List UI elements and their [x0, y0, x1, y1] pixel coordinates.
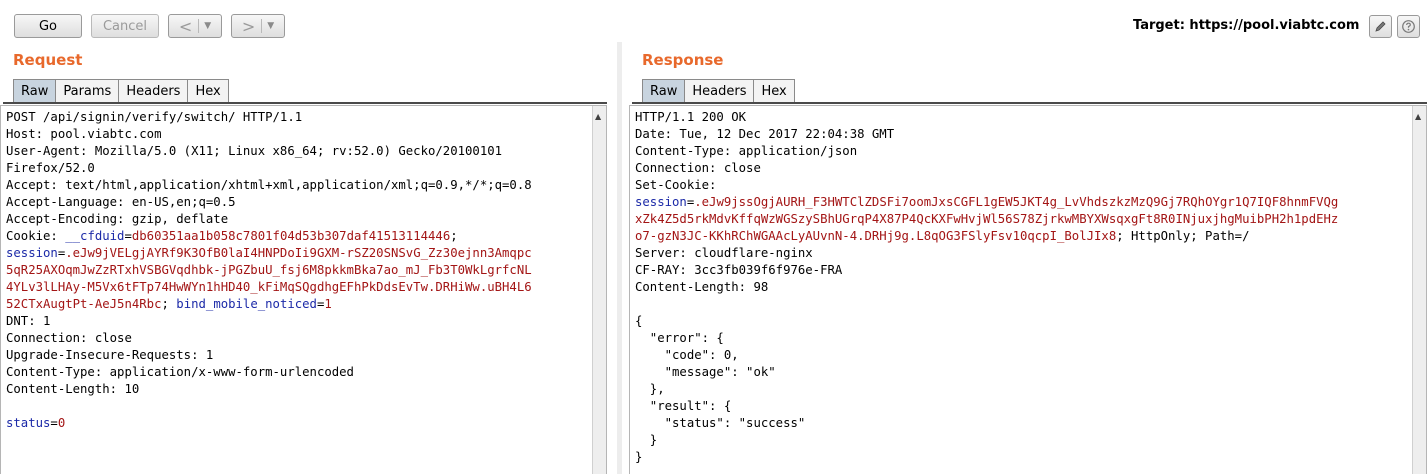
request-tabs: Raw Params Headers Hex	[13, 79, 229, 102]
cookie-value: .eJw9jssOgjAURH_F3HWTClZDSFi7oomJxsCGFL1…	[694, 195, 1339, 209]
dropdown-caret-icon: ▼	[267, 21, 275, 31]
response-tabs: Raw Headers Hex	[642, 79, 795, 102]
cancel-button[interactable]: Cancel	[91, 14, 159, 38]
cookie-key: session	[6, 246, 58, 260]
edit-target-button[interactable]	[1369, 15, 1392, 38]
response-text[interactable]: HTTP/1.1 200 OK Date: Tue, 12 Dec 2017 2…	[635, 109, 1338, 466]
pencil-icon	[1375, 21, 1386, 32]
question-icon	[1402, 20, 1415, 33]
cookie-value: 1	[324, 297, 332, 311]
cookie-key: bind_mobile_noticed	[176, 297, 317, 311]
response-tab-hex[interactable]: Hex	[753, 79, 795, 102]
response-editor[interactable]: HTTP/1.1 200 OK Date: Tue, 12 Dec 2017 2…	[629, 105, 1427, 474]
request-tab-params[interactable]: Params	[55, 79, 120, 102]
split-pane-divider[interactable]	[617, 42, 622, 474]
chevron-right-icon: >	[241, 16, 256, 36]
target-label: Target: https://pool.viabtc.com	[1133, 18, 1360, 33]
cookie-key: session	[635, 195, 687, 209]
request-tab-headers[interactable]: Headers	[118, 79, 189, 102]
request-scrollbar[interactable]: ▲	[592, 106, 606, 474]
scroll-up-icon[interactable]: ▲	[1415, 112, 1421, 121]
go-button[interactable]: Go	[14, 14, 82, 38]
body-param-value: 0	[57, 416, 66, 430]
response-tab-headers[interactable]: Headers	[684, 79, 755, 102]
request-tab-raw[interactable]: Raw	[13, 79, 57, 102]
dropdown-caret-icon: ▼	[204, 21, 212, 31]
scroll-up-icon[interactable]: ▲	[595, 112, 601, 121]
request-tab-hex[interactable]: Hex	[187, 79, 229, 102]
response-scrollbar[interactable]: ▲	[1412, 106, 1426, 474]
forward-button[interactable]: > ▼	[231, 14, 285, 38]
help-button[interactable]	[1397, 15, 1420, 38]
body-param-key: status	[6, 416, 51, 430]
cookie-value: db60351aa1b058c7801f04d53b307daf41513114…	[131, 229, 451, 243]
request-editor[interactable]: POST /api/signin/verify/switch/ HTTP/1.1…	[0, 105, 607, 474]
cookie-key: __cfduid	[65, 229, 125, 243]
back-button[interactable]: < ▼	[168, 14, 222, 38]
request-title: Request	[13, 51, 83, 69]
request-text[interactable]: POST /api/signin/verify/switch/ HTTP/1.1…	[6, 109, 532, 432]
response-title: Response	[642, 51, 724, 69]
cookie-value: .eJw9jVELgjAYRf9K3OfB0laI4HNPDoIi9GXM-rS…	[65, 246, 532, 260]
chevron-left-icon: <	[178, 16, 193, 36]
response-tab-raw[interactable]: Raw	[642, 79, 686, 102]
